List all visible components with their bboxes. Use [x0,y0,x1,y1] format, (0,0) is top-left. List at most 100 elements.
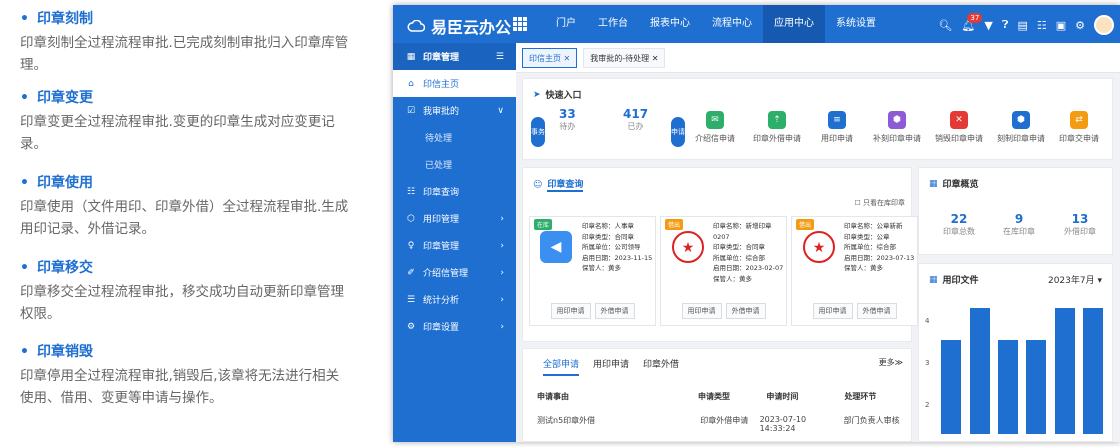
usage-bar [1054,308,1075,434]
quick-use-apply[interactable]: ≡ 用印申请 [821,111,853,144]
application-list-card: 全部申请 用印申请 印章外借 更多≫ 申请事由 申请类型 申请时间 处理环节 测试n5… [522,348,912,442]
only-in-checkbox[interactable]: ☐ 只看在库印章 [854,198,905,208]
sidebar-item-seal-mgmt[interactable]: ♀ 印章管理 › [393,232,516,259]
doc-icon: ≡ [828,111,846,129]
y-ticks: 4321 [925,317,930,409]
nav-settings[interactable]: 系统设置 [825,5,887,43]
bell-icon[interactable]: 🔔︎ 37 [961,12,983,32]
feature-engrave: • 印章刻制 印章刻制全过程流程审批.已完成刻制审批归入印章库管理。 [20,10,350,76]
home-icon: ⌂ [408,78,414,89]
avatar[interactable] [1094,15,1114,35]
usage-bar [1082,308,1103,434]
stamp-icon: ⬢ [1012,111,1030,129]
feature-desc: 印章移交全过程流程审批，移交成功自动更新印章管理权限。 [20,284,344,322]
seal-info: 印章名称：公章新新 印章类型：公章 所属单位：综合部 启用日期：2023-07-13 保… [844,222,915,272]
image-icon[interactable]: ▣ [1056,19,1066,32]
quick-carve-apply[interactable]: ⬢ 刻制印章申请 [997,111,1045,144]
use-apply-button[interactable]: 用印申请 [812,303,853,319]
done-stat[interactable]: 417 已办 [623,107,648,132]
seal-card-3[interactable]: ★ 借出 印章名称：公章新新 印章类型：公章 所属单位：综合部 启用日期：2023-0… [791,216,918,326]
list-tabs: 全部申请 用印申请 印章外借 [543,357,679,376]
nav-process[interactable]: 流程中心 [701,5,763,43]
seal-card-2[interactable]: ★ 借出 印章名称：新增印章0207 印章类型：合同章 所属单位：综合部 启用日期：2… [660,216,787,326]
tab-lend[interactable]: 印章外借 [643,357,679,376]
chevron-right-icon: › [500,294,504,305]
quick-letter-apply[interactable]: ✉ 介绍信申请 [695,111,735,144]
seal-image: ★ [800,225,838,269]
grid-icon: ▦ [929,274,938,285]
in-stat[interactable]: 9 在库印章 [989,212,1049,237]
sidebar-item-settings[interactable]: ⚙︎ 印章设置 › [393,313,516,340]
stamp-icon: ⬢ [888,111,906,129]
feature-desc: 印章刻制全过程流程审批.已完成刻制审批归入印章库管理。 [20,35,349,73]
svg-text:★: ★ [813,240,826,256]
nav-portal[interactable]: 门户 [545,5,587,43]
total-stat[interactable]: 22 印章总数 [929,212,989,237]
list-icon: ☷ [406,186,416,197]
gear-icon: ⚙︎ [406,321,416,332]
feature-change: • 印章变更 印章变更全过程流程审批.变更的印章生成对应变更记录。 [20,89,350,155]
seal-card-1[interactable]: ◀ 在库 印章名称：人事章 印章类型：合同章 所属单位：公司领导 启用日期：2023-… [529,216,656,326]
sidebar-item-use-mgmt[interactable]: ⬡ 用印管理 › [393,205,516,232]
lend-apply-button[interactable]: 外借申请 [725,303,766,319]
doc-icon[interactable]: ▤ [1017,19,1027,32]
todo-stat[interactable]: 33 待办 [559,107,576,132]
tab-use[interactable]: 用印申请 [593,357,629,376]
gear-icon[interactable]: ⚙︎ [1075,19,1085,32]
notify-badge: 37 [967,12,983,23]
quick-lend-apply[interactable]: ⇡ 印章外借申请 [753,111,801,144]
feature-desc: 印章使用（文件用印、印章外借）全过程流程审批.生成用印记录、外借记录。 [20,199,349,237]
out-stat[interactable]: 13 外借印章 [1049,212,1111,237]
nav-apps[interactable]: 应用中心 [763,5,825,43]
collapse-icon[interactable]: ☰ [496,52,504,62]
tab-all[interactable]: 全部申请 [543,357,580,376]
nav-reports[interactable]: 报表中心 [639,5,701,43]
shirt-icon[interactable]: ▼ [984,19,992,32]
sidebar-item-pending[interactable]: 待处理 [393,124,516,151]
feature-transfer: • 印章移交 印章移交全过程流程审批，移交成功自动更新印章管理权限。 [20,259,350,325]
use-apply-button[interactable]: 用印申请 [681,303,722,319]
transfer-icon: ⇄ [1070,111,1088,129]
more-link[interactable]: 更多≫ [879,357,903,368]
lend-apply-button[interactable]: 外借申请 [856,303,897,319]
quick-entry-card: ➤ 快速入口 事务 33 待办 417 已办 申请 ✉ 介绍信申请 ⇡ 印章外借申请 ≡ 用… [522,78,1113,160]
chevron-down-icon: ∨ [497,105,504,116]
sidebar-item-seal-query[interactable]: ☷ 印章查询 [393,178,516,205]
close-icon[interactable]: ✕ [652,54,659,63]
month-select[interactable]: 2023年7月 ▾ [1048,273,1102,286]
seal-info: 印章名称：新增印章0207 印章类型：合同章 所属单位：综合部 启用日期：2023-0… [713,222,784,283]
tab-home[interactable]: 印信主页 ✕ [522,47,578,68]
usage-bar [1026,339,1047,434]
app-screenshot: 易臣云办公 门户 工作台 报表中心 流程中心 应用中心 系统设置 🔍︎ 🔔︎ 37… [393,5,1120,442]
feature-title: • 印章变更 [20,90,93,106]
use-apply-button[interactable]: 用印申请 [550,303,591,319]
sidebar-item-stats[interactable]: ☰ 统计分析 › [393,286,516,313]
feature-panel: • 印章刻制 印章刻制全过程流程审批.已完成刻制审批归入印章库管理。 • 印章变更 … [0,0,390,447]
chevron-right-icon: › [500,213,504,224]
chevron-right-icon: › [500,240,504,251]
feature-desc: 印章停用全过程流程审批,销毁后,该章将无法进行相关使用、借用、变更等申请与操作。 [20,368,340,406]
app-logo[interactable]: 易臣云办公 [407,14,511,38]
sidebar-item-home[interactable]: ⌂ 印信主页 [393,70,516,97]
apps-grid-icon[interactable] [513,17,527,31]
sidebar-item-my-approval[interactable]: ☑ 我审批的 ∨ [393,97,516,124]
quick-destroy-apply[interactable]: ✕ 销毁印章申请 [935,111,983,144]
seal-image: ◀ [540,231,572,263]
nav-workbench[interactable]: 工作台 [587,5,639,43]
search-icon[interactable]: 🔍︎ [938,19,952,32]
quick-transfer-apply[interactable]: ⇄ 印章交申请 [1059,111,1099,144]
table-row[interactable]: 测试n5印章外借 印章外借申请 2023-07-10 14:33:24 部门负责人审核 [537,415,903,433]
lend-apply-button[interactable]: 外借申请 [594,303,635,319]
sidebar-item-done[interactable]: 已处理 [393,151,516,178]
table-header: 申请事由 申请类型 申请时间 处理环节 [537,392,877,401]
close-icon[interactable]: ✕ [564,54,571,63]
feature-title: • 印章销毁 [20,344,93,360]
user-icon: ☺ [533,179,543,190]
tab-pending[interactable]: 我审批的-待处理 ✕ [583,47,666,68]
sidebar-item-letter-mgmt[interactable]: ✐ 介绍信管理 › [393,259,516,286]
usage-bar [969,308,990,434]
org-icon[interactable]: ☷ [1037,19,1047,32]
help-icon[interactable]: ❓︎ [1002,18,1009,32]
quick-recarve-apply[interactable]: ⬢ 补刻印章申请 [873,111,921,144]
seal-image: ★ [669,225,707,269]
